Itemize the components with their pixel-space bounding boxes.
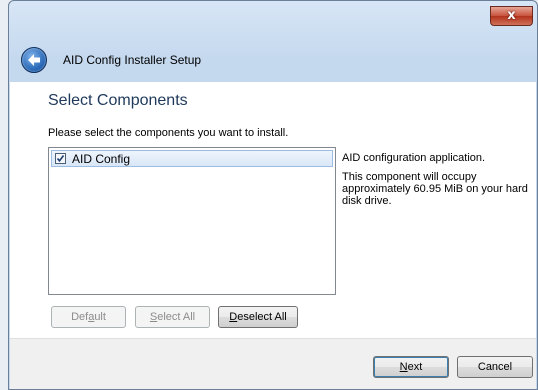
next-label-accel: N — [399, 361, 408, 373]
title-bar: AID Config Installer Setup x — [9, 1, 537, 81]
button-bar: Next Cancel — [10, 338, 536, 389]
description-line-1: AID configuration application. — [342, 152, 486, 164]
description-line-2: This component will occupy approximately… — [342, 171, 528, 207]
next-label-b: ext — [407, 361, 423, 373]
default-button[interactable]: Default — [51, 306, 126, 328]
page-content: Select Components Please select the comp… — [10, 82, 536, 338]
back-button[interactable] — [21, 47, 47, 73]
page-heading: Select Components — [48, 92, 188, 109]
select-all-label-b: elect All — [157, 311, 196, 323]
components-list[interactable]: AID Config — [48, 147, 336, 295]
window-title: AID Config Installer Setup — [63, 53, 202, 67]
checkmark-icon — [56, 155, 65, 163]
component-checkbox[interactable] — [55, 153, 66, 164]
default-label-a: Def — [71, 311, 89, 323]
default-label-b: ult — [94, 311, 106, 323]
cancel-button[interactable]: Cancel — [457, 356, 533, 378]
component-description: AID configuration application. This comp… — [342, 152, 538, 214]
deselect-all-button[interactable]: Deselect All — [218, 306, 298, 328]
close-icon: x — [507, 8, 516, 23]
deselect-all-label-b: eselect All — [237, 311, 287, 323]
installer-window: AID Config Installer Setup x Select Comp… — [8, 0, 538, 390]
back-arrow-icon — [28, 54, 40, 66]
deselect-all-label-accel: D — [229, 311, 238, 323]
instruction-text: Please select the components you want to… — [48, 127, 289, 139]
component-item-aid-config[interactable]: AID Config — [51, 150, 333, 167]
next-button[interactable]: Next — [373, 356, 449, 378]
select-all-button[interactable]: Select All — [135, 306, 210, 328]
close-button[interactable]: x — [490, 6, 533, 26]
component-label: AID Config — [72, 152, 131, 166]
